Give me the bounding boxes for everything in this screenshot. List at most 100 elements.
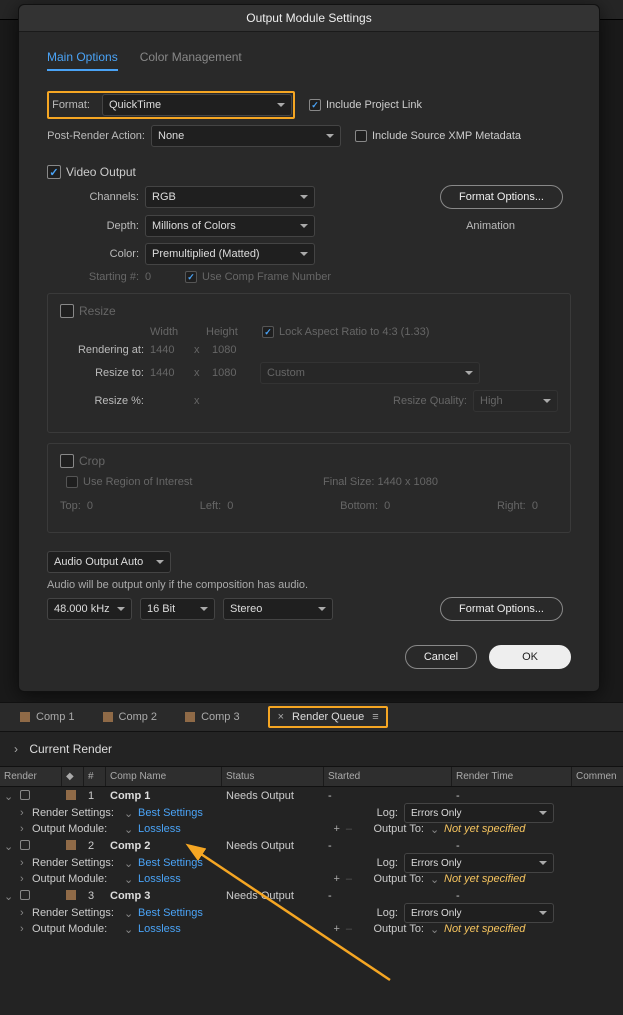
chevron-right-icon[interactable]: › — [20, 857, 32, 869]
chevron-down-icon[interactable]: ⌄ — [124, 807, 138, 820]
chevron-right-icon: › — [14, 742, 18, 756]
add-output-module-button[interactable]: + — [333, 823, 339, 835]
rendering-at-label: Rendering at: — [60, 344, 150, 356]
tab-color-management[interactable]: Color Management — [140, 50, 242, 71]
render-settings-link[interactable]: Best Settings — [138, 807, 203, 819]
label-swatch-icon[interactable] — [66, 890, 76, 900]
col-render[interactable]: Render — [0, 767, 62, 786]
output-to-path[interactable]: Not yet specified — [444, 823, 525, 835]
format-select[interactable]: QuickTime — [102, 94, 292, 116]
chevron-right-icon[interactable]: › — [20, 873, 32, 885]
depth-select[interactable]: Millions of Colors — [145, 215, 315, 237]
chevron-right-icon[interactable]: › — [20, 807, 32, 819]
post-render-select[interactable]: None — [151, 125, 341, 147]
render-enable-checkbox[interactable] — [20, 890, 30, 900]
audio-channels-select[interactable]: Stereo — [223, 598, 333, 620]
render-height: 1080 — [212, 344, 236, 356]
render-enable-checkbox[interactable] — [20, 840, 30, 850]
col-label[interactable]: ◆ — [62, 767, 84, 786]
log-select[interactable]: Errors Only — [404, 803, 554, 823]
chevron-right-icon[interactable]: › — [20, 923, 32, 935]
item-time: - — [452, 790, 572, 802]
audio-depth-select[interactable]: 16 Bit — [140, 598, 215, 620]
tab-render-queue[interactable]: × Render Queue ≡ — [268, 706, 388, 728]
channels-select[interactable]: RGB — [145, 186, 315, 208]
include-xmp-checkbox[interactable] — [355, 130, 367, 142]
item-number: 1 — [84, 790, 106, 802]
audio-output-mode-select[interactable]: Audio Output Auto — [47, 551, 171, 573]
chevron-right-icon[interactable]: › — [20, 907, 32, 919]
chevron-down-icon[interactable]: ⌄ — [124, 923, 138, 936]
item-status: Needs Output — [222, 890, 324, 902]
tab-main-options[interactable]: Main Options — [47, 50, 118, 71]
add-output-module-button[interactable]: + — [333, 873, 339, 885]
tab-comp-3[interactable]: Comp 3 — [185, 711, 240, 723]
log-select[interactable]: Errors Only — [404, 903, 554, 923]
render-enable-checkbox[interactable] — [20, 790, 30, 800]
item-number: 2 — [84, 840, 106, 852]
label-swatch-icon[interactable] — [66, 790, 76, 800]
chevron-down-icon[interactable]: ⌄ — [124, 823, 138, 836]
col-comment[interactable]: Commen — [572, 767, 623, 786]
remove-output-module-button: – — [346, 923, 352, 935]
label-swatch-icon[interactable] — [66, 840, 76, 850]
cancel-button[interactable]: Cancel — [405, 645, 477, 669]
render-settings-link[interactable]: Best Settings — [138, 857, 203, 869]
chevron-right-icon[interactable]: › — [20, 823, 32, 835]
tab-comp-2[interactable]: Comp 2 — [103, 711, 158, 723]
chevron-down-icon[interactable]: ⌄ — [4, 791, 13, 803]
audio-format-options-button[interactable]: Format Options... — [440, 597, 563, 621]
chevron-down-icon[interactable]: ⌄ — [430, 873, 444, 886]
resize-section: Resize Width Height Lock Aspect Ratio to… — [47, 293, 571, 433]
output-module-link[interactable]: Lossless — [138, 823, 181, 835]
resize-checkbox[interactable] — [60, 304, 74, 318]
menu-icon[interactable]: ≡ — [372, 711, 377, 723]
post-render-label: Post-Render Action: — [47, 130, 151, 142]
video-output-checkbox[interactable] — [47, 165, 61, 179]
output-to-path[interactable]: Not yet specified — [444, 923, 525, 935]
col-comp[interactable]: Comp Name — [106, 767, 222, 786]
col-time[interactable]: Render Time — [452, 767, 572, 786]
add-output-module-button[interactable]: + — [333, 923, 339, 935]
format-highlight: Format: QuickTime — [47, 91, 295, 119]
chevron-down-icon[interactable]: ⌄ — [124, 857, 138, 870]
render-settings-link[interactable]: Best Settings — [138, 907, 203, 919]
output-module-link[interactable]: Lossless — [138, 923, 181, 935]
log-label: Log: — [360, 907, 398, 919]
render-settings-label: Render Settings: — [32, 857, 124, 869]
audio-note: Audio will be output only if the composi… — [47, 579, 571, 591]
color-select[interactable]: Premultiplied (Matted) — [145, 243, 315, 265]
col-num[interactable]: # — [84, 767, 106, 786]
tab-comp-1[interactable]: Comp 1 — [20, 711, 75, 723]
chevron-down-icon[interactable]: ⌄ — [124, 873, 138, 886]
video-format-options-button[interactable]: Format Options... — [440, 185, 563, 209]
col-status[interactable]: Status — [222, 767, 324, 786]
ok-button[interactable]: OK — [489, 645, 571, 669]
col-started[interactable]: Started — [324, 767, 452, 786]
resize-height: 1080 — [212, 367, 260, 379]
item-started: - — [324, 890, 452, 902]
output-module-link[interactable]: Lossless — [138, 873, 181, 885]
audio-rate-select[interactable]: 48.000 kHz — [47, 598, 132, 620]
chevron-down-icon[interactable]: ⌄ — [430, 923, 444, 936]
chevron-down-icon[interactable]: ⌄ — [430, 823, 444, 836]
color-label: Color: — [47, 248, 145, 260]
width-header: Width — [150, 326, 206, 338]
chevron-down-icon[interactable]: ⌄ — [4, 891, 13, 903]
log-select[interactable]: Errors Only — [404, 853, 554, 873]
resize-quality-label: Resize Quality: — [393, 395, 467, 407]
crop-checkbox[interactable] — [60, 454, 74, 468]
comp-swatch-icon — [20, 712, 30, 722]
resize-pct-label: Resize %: — [60, 395, 150, 407]
render-settings-label: Render Settings: — [32, 807, 124, 819]
crop-section: Crop Use Region of Interest Final Size: … — [47, 443, 571, 533]
chevron-down-icon[interactable]: ⌄ — [124, 907, 138, 920]
chevron-down-icon[interactable]: ⌄ — [4, 841, 13, 853]
current-render-row[interactable]: › Current Render — [0, 732, 623, 767]
render-queue-item: ⌄ 3 Comp 3 Needs Output - - › Render Set… — [0, 887, 623, 937]
include-project-link-checkbox[interactable] — [309, 99, 321, 111]
render-queue-item: ⌄ 2 Comp 2 Needs Output - - › Render Set… — [0, 837, 623, 887]
output-to-path[interactable]: Not yet specified — [444, 873, 525, 885]
close-icon[interactable]: × — [278, 711, 284, 723]
log-label: Log: — [360, 857, 398, 869]
